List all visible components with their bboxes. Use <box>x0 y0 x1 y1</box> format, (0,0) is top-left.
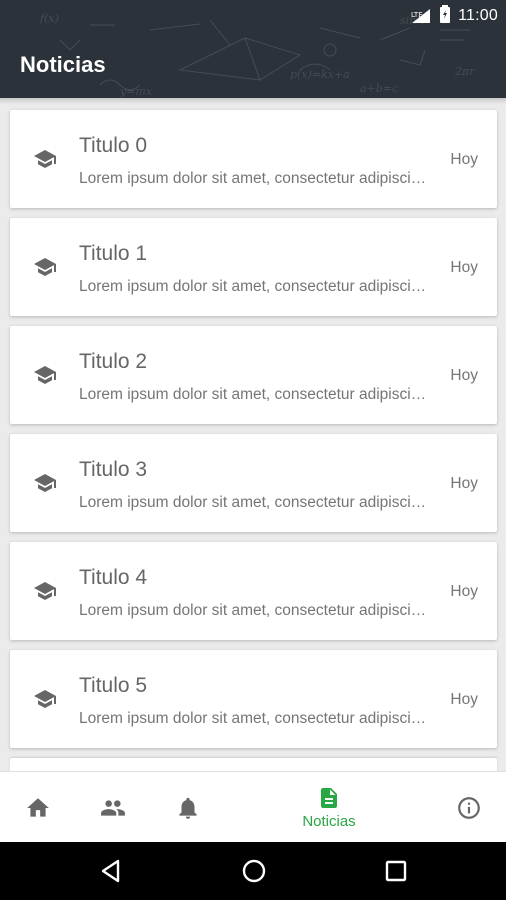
home-circle-icon[interactable] <box>239 856 269 886</box>
news-body: Lorem ipsum dolor sit amet, consectetur … <box>79 710 431 727</box>
news-card[interactable]: Titulo 1 Lorem ipsum dolor sit amet, con… <box>10 218 497 316</box>
svg-text:y=mx: y=mx <box>119 85 153 98</box>
news-date: Hoy <box>450 259 478 276</box>
news-date: Hoy <box>450 691 478 708</box>
news-list[interactable]: Titulo 0 Lorem ipsum dolor sit amet, con… <box>10 110 497 788</box>
news-card[interactable]: Titulo 4 Lorem ipsum dolor sit amet, con… <box>10 542 497 640</box>
news-body: Lorem ipsum dolor sit amet, consectetur … <box>79 278 431 295</box>
nav-info[interactable] <box>454 772 484 843</box>
svg-text:f(x): f(x) <box>39 12 59 25</box>
news-date: Hoy <box>450 583 478 600</box>
graduation-cap-icon <box>34 474 56 492</box>
news-card[interactable]: Titulo 0 Lorem ipsum dolor sit amet, con… <box>10 110 497 208</box>
page-title: Noticias <box>20 52 106 77</box>
nav-notifications[interactable] <box>174 772 202 843</box>
news-title: Titulo 5 <box>79 674 148 697</box>
info-icon <box>458 796 480 819</box>
svg-text:p(x)=kx+a: p(x)=kx+a <box>290 68 350 81</box>
news-title: Titulo 0 <box>79 134 148 157</box>
news-body: Lorem ipsum dolor sit amet, consectetur … <box>79 386 431 403</box>
home-icon <box>27 797 49 817</box>
news-card[interactable]: Titulo 5 Lorem ipsum dolor sit amet, con… <box>10 650 497 748</box>
status-time: 11:00 <box>458 7 498 24</box>
app-header: p(x)=kx+a a+b=c f(x) y=mx sin θ 2πr LTE … <box>0 0 506 98</box>
news-title: Titulo 1 <box>79 242 148 265</box>
nav-noticias[interactable]: Noticias <box>288 772 370 843</box>
nav-noticias-label: Noticias <box>302 813 356 830</box>
nav-people[interactable] <box>96 772 130 843</box>
graduation-cap-icon <box>34 690 56 708</box>
bottom-navigation: Noticias <box>0 771 506 843</box>
header-shadow <box>0 98 506 104</box>
news-card[interactable]: Titulo 3 Lorem ipsum dolor sit amet, con… <box>10 434 497 532</box>
graduation-cap-icon <box>34 366 56 384</box>
document-icon <box>321 788 337 808</box>
svg-text:LTE: LTE <box>411 11 423 19</box>
graduation-cap-icon <box>34 582 56 600</box>
news-title: Titulo 3 <box>79 458 148 481</box>
bell-icon <box>179 797 197 819</box>
news-card[interactable]: Titulo 2 Lorem ipsum dolor sit amet, con… <box>10 326 497 424</box>
back-icon[interactable] <box>96 856 126 886</box>
news-body: Lorem ipsum dolor sit amet, consectetur … <box>79 170 431 187</box>
svg-text:a+b=c: a+b=c <box>360 82 398 95</box>
system-navigation-bar <box>0 842 506 900</box>
battery-icon <box>440 4 451 28</box>
news-date: Hoy <box>450 475 478 492</box>
news-title: Titulo 2 <box>79 350 148 373</box>
news-body: Lorem ipsum dolor sit amet, consectetur … <box>79 602 431 619</box>
graduation-cap-icon <box>34 258 56 276</box>
graduation-cap-icon <box>34 150 56 168</box>
svg-text:2πr: 2πr <box>454 65 475 78</box>
news-date: Hoy <box>450 367 478 384</box>
news-date: Hoy <box>450 151 478 168</box>
people-icon <box>101 799 125 816</box>
recents-icon[interactable] <box>381 856 411 886</box>
nav-home[interactable] <box>22 772 54 843</box>
news-body: Lorem ipsum dolor sit amet, consectetur … <box>79 494 431 511</box>
news-title: Titulo 4 <box>79 566 148 589</box>
signal-icon: LTE <box>410 8 432 24</box>
status-bar: LTE 11:00 <box>410 4 498 28</box>
